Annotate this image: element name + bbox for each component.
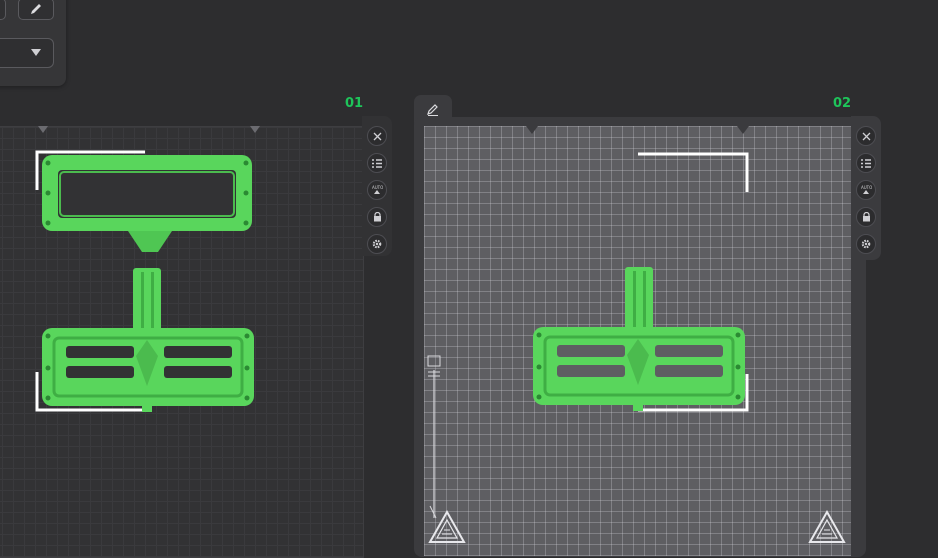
auto-orient-button[interactable]: AUTO xyxy=(367,180,387,200)
svg-text:AUTO: AUTO xyxy=(372,185,383,190)
edit-button[interactable] xyxy=(18,0,54,20)
close-icon xyxy=(862,132,870,140)
lock-plate-button[interactable] xyxy=(367,207,387,227)
auto-orient-icon: AUTO xyxy=(861,185,872,194)
tool-panel xyxy=(0,0,66,86)
pencil-icon xyxy=(31,4,41,14)
plate-01-markers xyxy=(38,126,260,133)
close-plate-button[interactable] xyxy=(856,126,876,146)
lock-icon xyxy=(373,212,381,222)
close-icon xyxy=(373,132,381,140)
list-icon xyxy=(372,158,382,168)
plate-logo-icon xyxy=(808,510,846,543)
plate-settings-button[interactable] xyxy=(367,234,387,254)
lock-plate-button[interactable] xyxy=(856,207,876,227)
close-plate-button[interactable] xyxy=(367,126,387,146)
lock-icon xyxy=(862,212,870,222)
left-small-button[interactable] xyxy=(0,0,6,20)
plate-list-button[interactable] xyxy=(367,153,387,173)
list-icon xyxy=(861,158,871,168)
dropdown-arrow-icon xyxy=(31,49,41,56)
auto-orient-icon: AUTO xyxy=(372,185,383,194)
auto-orient-button[interactable]: AUTO xyxy=(856,180,876,200)
svg-text:AUTO: AUTO xyxy=(861,185,872,190)
plate-list-button[interactable] xyxy=(856,153,876,173)
plate-logo-icon xyxy=(428,510,466,543)
pencil-icon xyxy=(427,104,438,116)
plate-01-models[interactable] xyxy=(0,140,370,430)
plate-02-toolbar: AUTO xyxy=(851,116,881,260)
settings-icon xyxy=(861,239,871,249)
plate-02-models[interactable] xyxy=(424,126,851,546)
plate-settings-button[interactable] xyxy=(856,234,876,254)
plate-dropdown[interactable] xyxy=(0,38,54,68)
settings-icon xyxy=(372,239,382,249)
plate-01-toolbar: AUTO xyxy=(362,116,392,256)
plate-02-label: 02 xyxy=(833,96,852,111)
plate-01-label: 01 xyxy=(345,96,364,111)
